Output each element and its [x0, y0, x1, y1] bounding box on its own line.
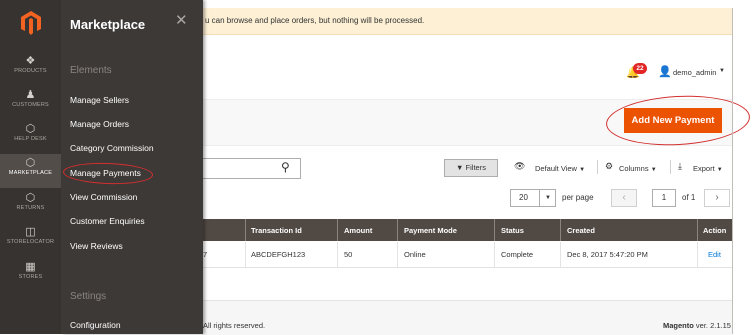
- column-divider: [397, 219, 398, 241]
- nav-label: MARKETPLACE: [8, 170, 53, 176]
- chevron-left-icon: ‹: [622, 192, 626, 203]
- previous-page-button[interactable]: ‹: [611, 189, 637, 207]
- section-heading-elements: Elements: [70, 65, 112, 76]
- per-page-label: per page: [562, 193, 594, 202]
- magento-logo-icon: [20, 10, 41, 35]
- nav-customers[interactable]: ♟ CUSTOMERS: [0, 86, 61, 120]
- menu-item-customer-enquiries[interactable]: Customer Enquiries: [70, 216, 145, 226]
- hexagon-icon: ⬡: [25, 157, 36, 169]
- caret-down-icon: ▼: [579, 167, 586, 173]
- cell-divider: [494, 242, 495, 267]
- hexagon-icon: ⬡: [25, 192, 36, 204]
- cell-divider: [697, 242, 698, 267]
- book-icon: ◫: [25, 226, 36, 238]
- filters-button[interactable]: ▼ Filters: [444, 159, 498, 177]
- menu-item-manage-orders[interactable]: Manage Orders: [70, 119, 129, 129]
- column-divider: [337, 219, 338, 241]
- toolbar-divider: [670, 160, 671, 174]
- nav-label: CUSTOMERS: [12, 102, 49, 108]
- nav-products[interactable]: ❖ PRODUCTS: [0, 52, 61, 86]
- nav-label: RETURNS: [16, 205, 45, 211]
- columns-dropdown[interactable]: Columns ▼: [619, 164, 657, 173]
- user-icon[interactable]: 👤: [658, 65, 672, 78]
- column-header-status[interactable]: Status: [501, 226, 524, 235]
- nav-label: PRODUCTS: [14, 68, 47, 74]
- filters-label: Filters: [465, 163, 486, 172]
- export-label: Export: [693, 164, 715, 173]
- nav-label: HELP DESK: [14, 136, 47, 142]
- version-text: Magento ver. 2.1.15: [663, 321, 731, 330]
- page-edge: [732, 8, 733, 334]
- nav-storelocator[interactable]: ◫ STORELOCATOR: [0, 223, 61, 257]
- cell-divider: [397, 242, 398, 267]
- caret-down-icon[interactable]: ▼: [719, 68, 725, 74]
- menu-item-view-commission[interactable]: View Commission: [70, 192, 137, 202]
- magento-logo[interactable]: [0, 0, 61, 45]
- column-divider: [494, 219, 495, 241]
- per-page-value: 20: [519, 193, 528, 202]
- column-header-amount[interactable]: Amount: [344, 226, 372, 235]
- cell-amount: 50: [344, 250, 353, 259]
- menu-item-manage-sellers[interactable]: Manage Sellers: [70, 95, 129, 105]
- export-icon[interactable]: ⤓: [678, 161, 682, 172]
- column-header-created[interactable]: Created: [567, 226, 595, 235]
- next-page-button[interactable]: ›: [704, 189, 730, 207]
- nav-label: STORES: [18, 274, 43, 280]
- nav-help-desk[interactable]: ⬡ HELP DESK: [0, 120, 61, 154]
- caret-down-icon: ▼: [716, 167, 723, 173]
- default-view-dropdown[interactable]: Default View ▼: [535, 164, 585, 173]
- caret-down-icon[interactable]: ▼: [539, 189, 556, 207]
- column-divider: [697, 219, 698, 241]
- cell-transaction-id: ABCDEFGH123: [251, 250, 306, 259]
- system-message-text: u can browse and place orders, but nothi…: [205, 16, 425, 25]
- cell-fragment: 7: [203, 250, 208, 259]
- close-icon[interactable]: ✕: [175, 13, 188, 29]
- search-icon[interactable]: ⚲: [281, 160, 290, 174]
- edit-link[interactable]: Edit: [708, 250, 721, 259]
- cell-status: Complete: [501, 250, 534, 259]
- menu-item-view-reviews[interactable]: View Reviews: [70, 241, 123, 251]
- user-menu[interactable]: demo_admin: [673, 68, 716, 77]
- nav-stores[interactable]: ▦ STORES: [0, 258, 61, 292]
- caret-down-icon: ▼: [650, 167, 657, 173]
- section-heading-settings: Settings: [70, 291, 107, 302]
- cube-icon: ❖: [25, 55, 36, 67]
- filter-icon: ▼: [456, 163, 464, 172]
- cell-payment-mode: Online: [404, 250, 426, 259]
- copyright-text: All rights reserved.: [203, 321, 266, 330]
- cell-divider: [560, 242, 561, 267]
- notification-badge[interactable]: 22: [633, 63, 647, 74]
- columns-label: Columns: [619, 164, 649, 173]
- nav-label: STORELOCATOR: [6, 239, 55, 245]
- export-dropdown[interactable]: Export ▼: [693, 164, 723, 173]
- column-divider: [560, 219, 561, 241]
- column-header-payment-mode[interactable]: Payment Mode: [404, 226, 457, 235]
- cell-divider: [245, 242, 246, 267]
- edit-link-label: Edit: [708, 250, 721, 259]
- version-number: ver. 2.1.15: [693, 321, 731, 330]
- admin-sidebar: ❖ PRODUCTS ♟ CUSTOMERS ⬡ HELP DESK ⬡ MAR…: [0, 0, 61, 334]
- nav-returns[interactable]: ⬡ RETURNS: [0, 189, 61, 223]
- brand-name: Magento: [663, 321, 694, 330]
- page-number-input[interactable]: 1: [652, 189, 676, 207]
- toolbar-divider: [597, 160, 598, 174]
- flyout-title: Marketplace: [70, 17, 146, 32]
- nav-marketplace[interactable]: ⬡ MARKETPLACE: [0, 154, 61, 188]
- cell-created: Dec 8, 2017 5:47:20 PM: [567, 250, 648, 259]
- default-view-label: Default View: [535, 164, 577, 173]
- page-total-label: of 1: [682, 193, 696, 202]
- chevron-right-icon: ›: [715, 192, 719, 203]
- column-header-action: Action: [703, 226, 727, 235]
- eye-icon[interactable]: 👁: [514, 161, 525, 172]
- gear-icon[interactable]: ⚙: [605, 161, 613, 172]
- cell-divider: [337, 242, 338, 267]
- column-divider: [245, 219, 246, 241]
- person-icon: ♟: [25, 89, 36, 101]
- hexagon-icon: ⬡: [25, 123, 36, 135]
- store-icon: ▦: [25, 261, 36, 273]
- footer: [203, 300, 732, 335]
- menu-item-category-commission[interactable]: Category Commission: [70, 143, 154, 153]
- menu-item-configuration[interactable]: Configuration: [70, 320, 121, 330]
- column-header-transaction-id[interactable]: Transaction Id: [251, 226, 302, 235]
